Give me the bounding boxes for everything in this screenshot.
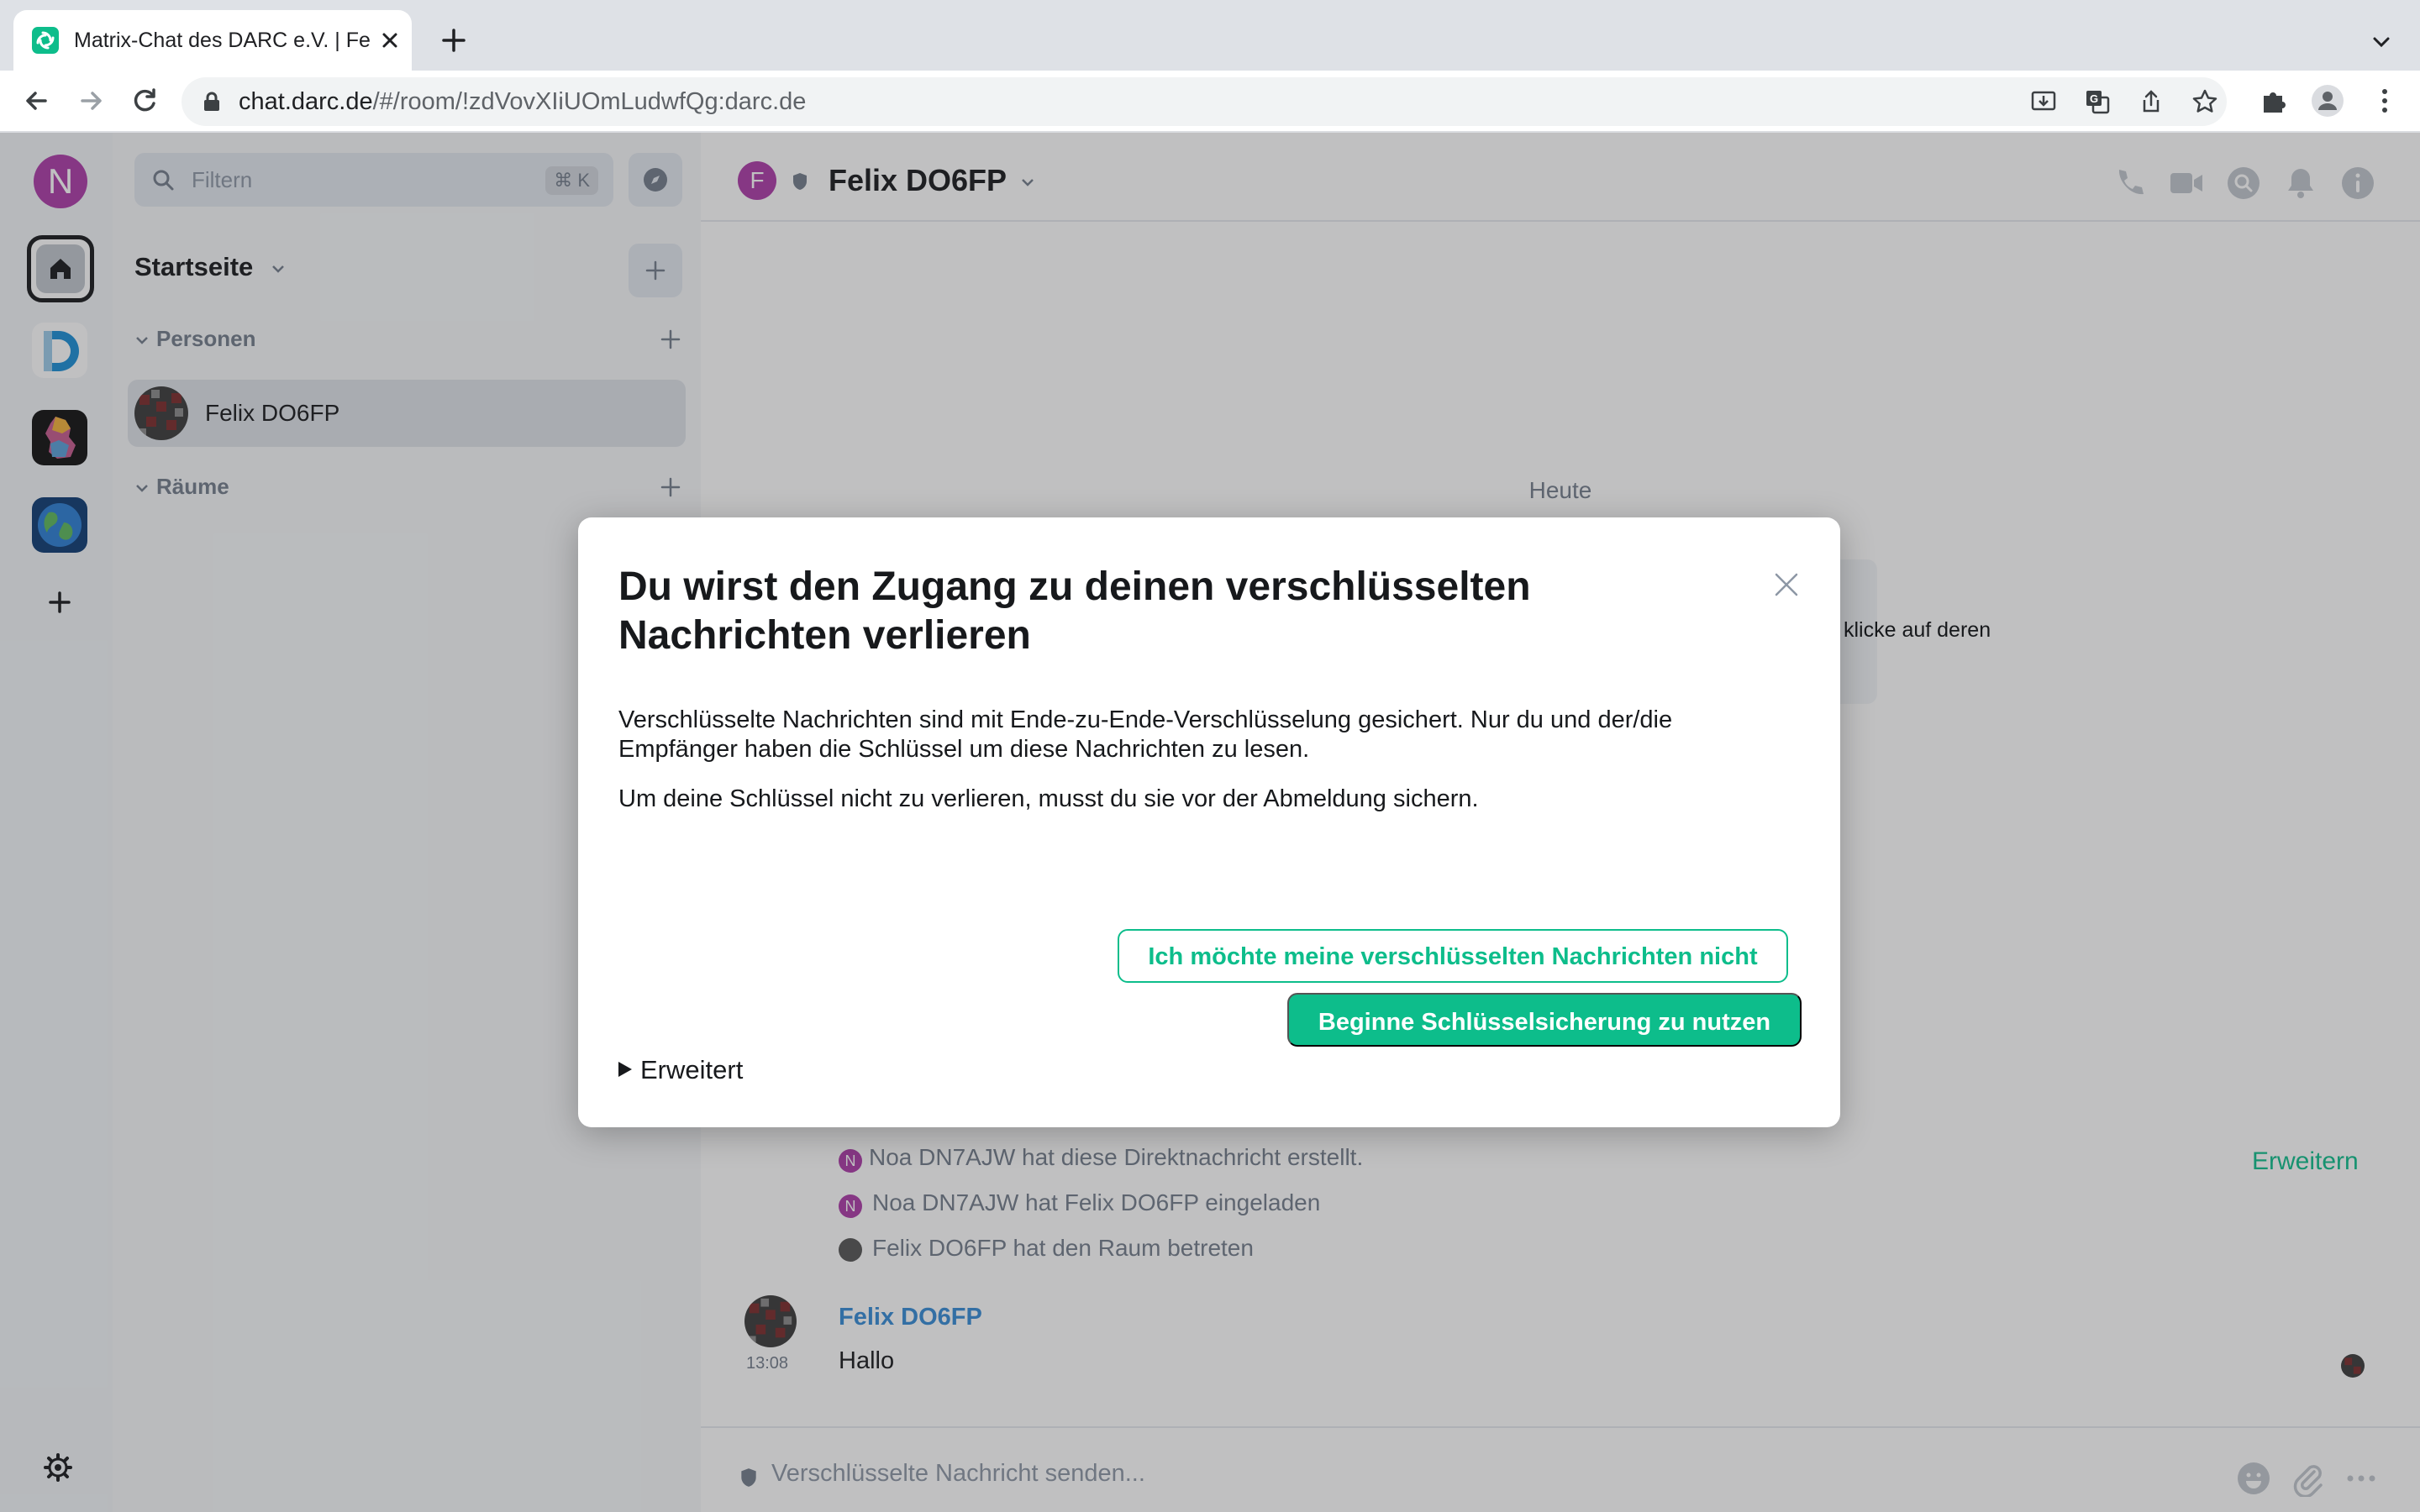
extensions-puzzle-icon[interactable]: [2257, 84, 2291, 118]
back-arrow-icon[interactable]: [20, 84, 54, 118]
advanced-label: Erweitert: [640, 1055, 744, 1084]
tab-search-chevron-icon[interactable]: [2368, 29, 2395, 55]
browser-toolbar: chat.darc.de/#/room/!zdVovXIiUOmLudwfQg:…: [0, 71, 2420, 133]
lock-icon[interactable]: [200, 90, 224, 113]
share-icon[interactable]: [2138, 88, 2165, 115]
url-text: chat.darc.de/#/room/!zdVovXIiUOmLudwfQg:…: [239, 77, 806, 126]
url-path: /#/room/!zdVovXIiUOmLudwfQg:darc.de: [372, 88, 807, 115]
reload-icon[interactable]: [128, 84, 161, 118]
tab-close-icon[interactable]: [376, 27, 403, 54]
url-host: chat.darc.de: [239, 88, 373, 115]
encryption-notice-text: klicke auf deren: [1844, 618, 1991, 642]
svg-text:G: G: [2090, 92, 2098, 105]
profile-avatar-icon[interactable]: [2311, 84, 2344, 118]
dialog-title: Du wirst den Zugang zu deinen verschlüss…: [618, 564, 1531, 658]
new-tab-plus-icon[interactable]: [439, 25, 469, 55]
browser-tab[interactable]: Matrix-Chat des DARC e.V. | Fe: [13, 10, 412, 71]
close-icon[interactable]: [1773, 571, 1800, 598]
address-bar[interactable]: chat.darc.de/#/room/!zdVovXIiUOmLudwfQg:…: [182, 77, 2227, 126]
forward-arrow-icon[interactable]: [74, 84, 108, 118]
tab-title: Matrix-Chat des DARC e.V. | Fe: [74, 29, 371, 52]
browser-menu-icon[interactable]: [2368, 84, 2402, 118]
logout-key-backup-dialog: Du wirst den Zugang zu deinen verschlüss…: [578, 517, 1840, 1127]
element-favicon-icon: [32, 27, 59, 54]
dialog-paragraph: Verschlüsselte Nachrichten sind mit Ende…: [618, 706, 1673, 763]
browser-tab-strip: Matrix-Chat des DARC e.V. | Fe: [0, 0, 2420, 71]
advanced-toggle[interactable]: Erweitert: [618, 1055, 743, 1085]
bookmark-star-icon[interactable]: [2191, 88, 2218, 115]
decline-backup-button[interactable]: Ich möchte meine verschlüsselten Nachric…: [1118, 929, 1788, 983]
disclosure-triangle-icon: [618, 1062, 632, 1077]
dialog-paragraph: Um deine Schlüssel nicht zu verlieren, m…: [618, 785, 1479, 812]
install-app-icon[interactable]: [2030, 88, 2057, 115]
translate-icon[interactable]: G: [2084, 88, 2111, 115]
start-key-backup-button[interactable]: Beginne Schlüsselsicherung zu nutzen: [1287, 993, 1802, 1047]
